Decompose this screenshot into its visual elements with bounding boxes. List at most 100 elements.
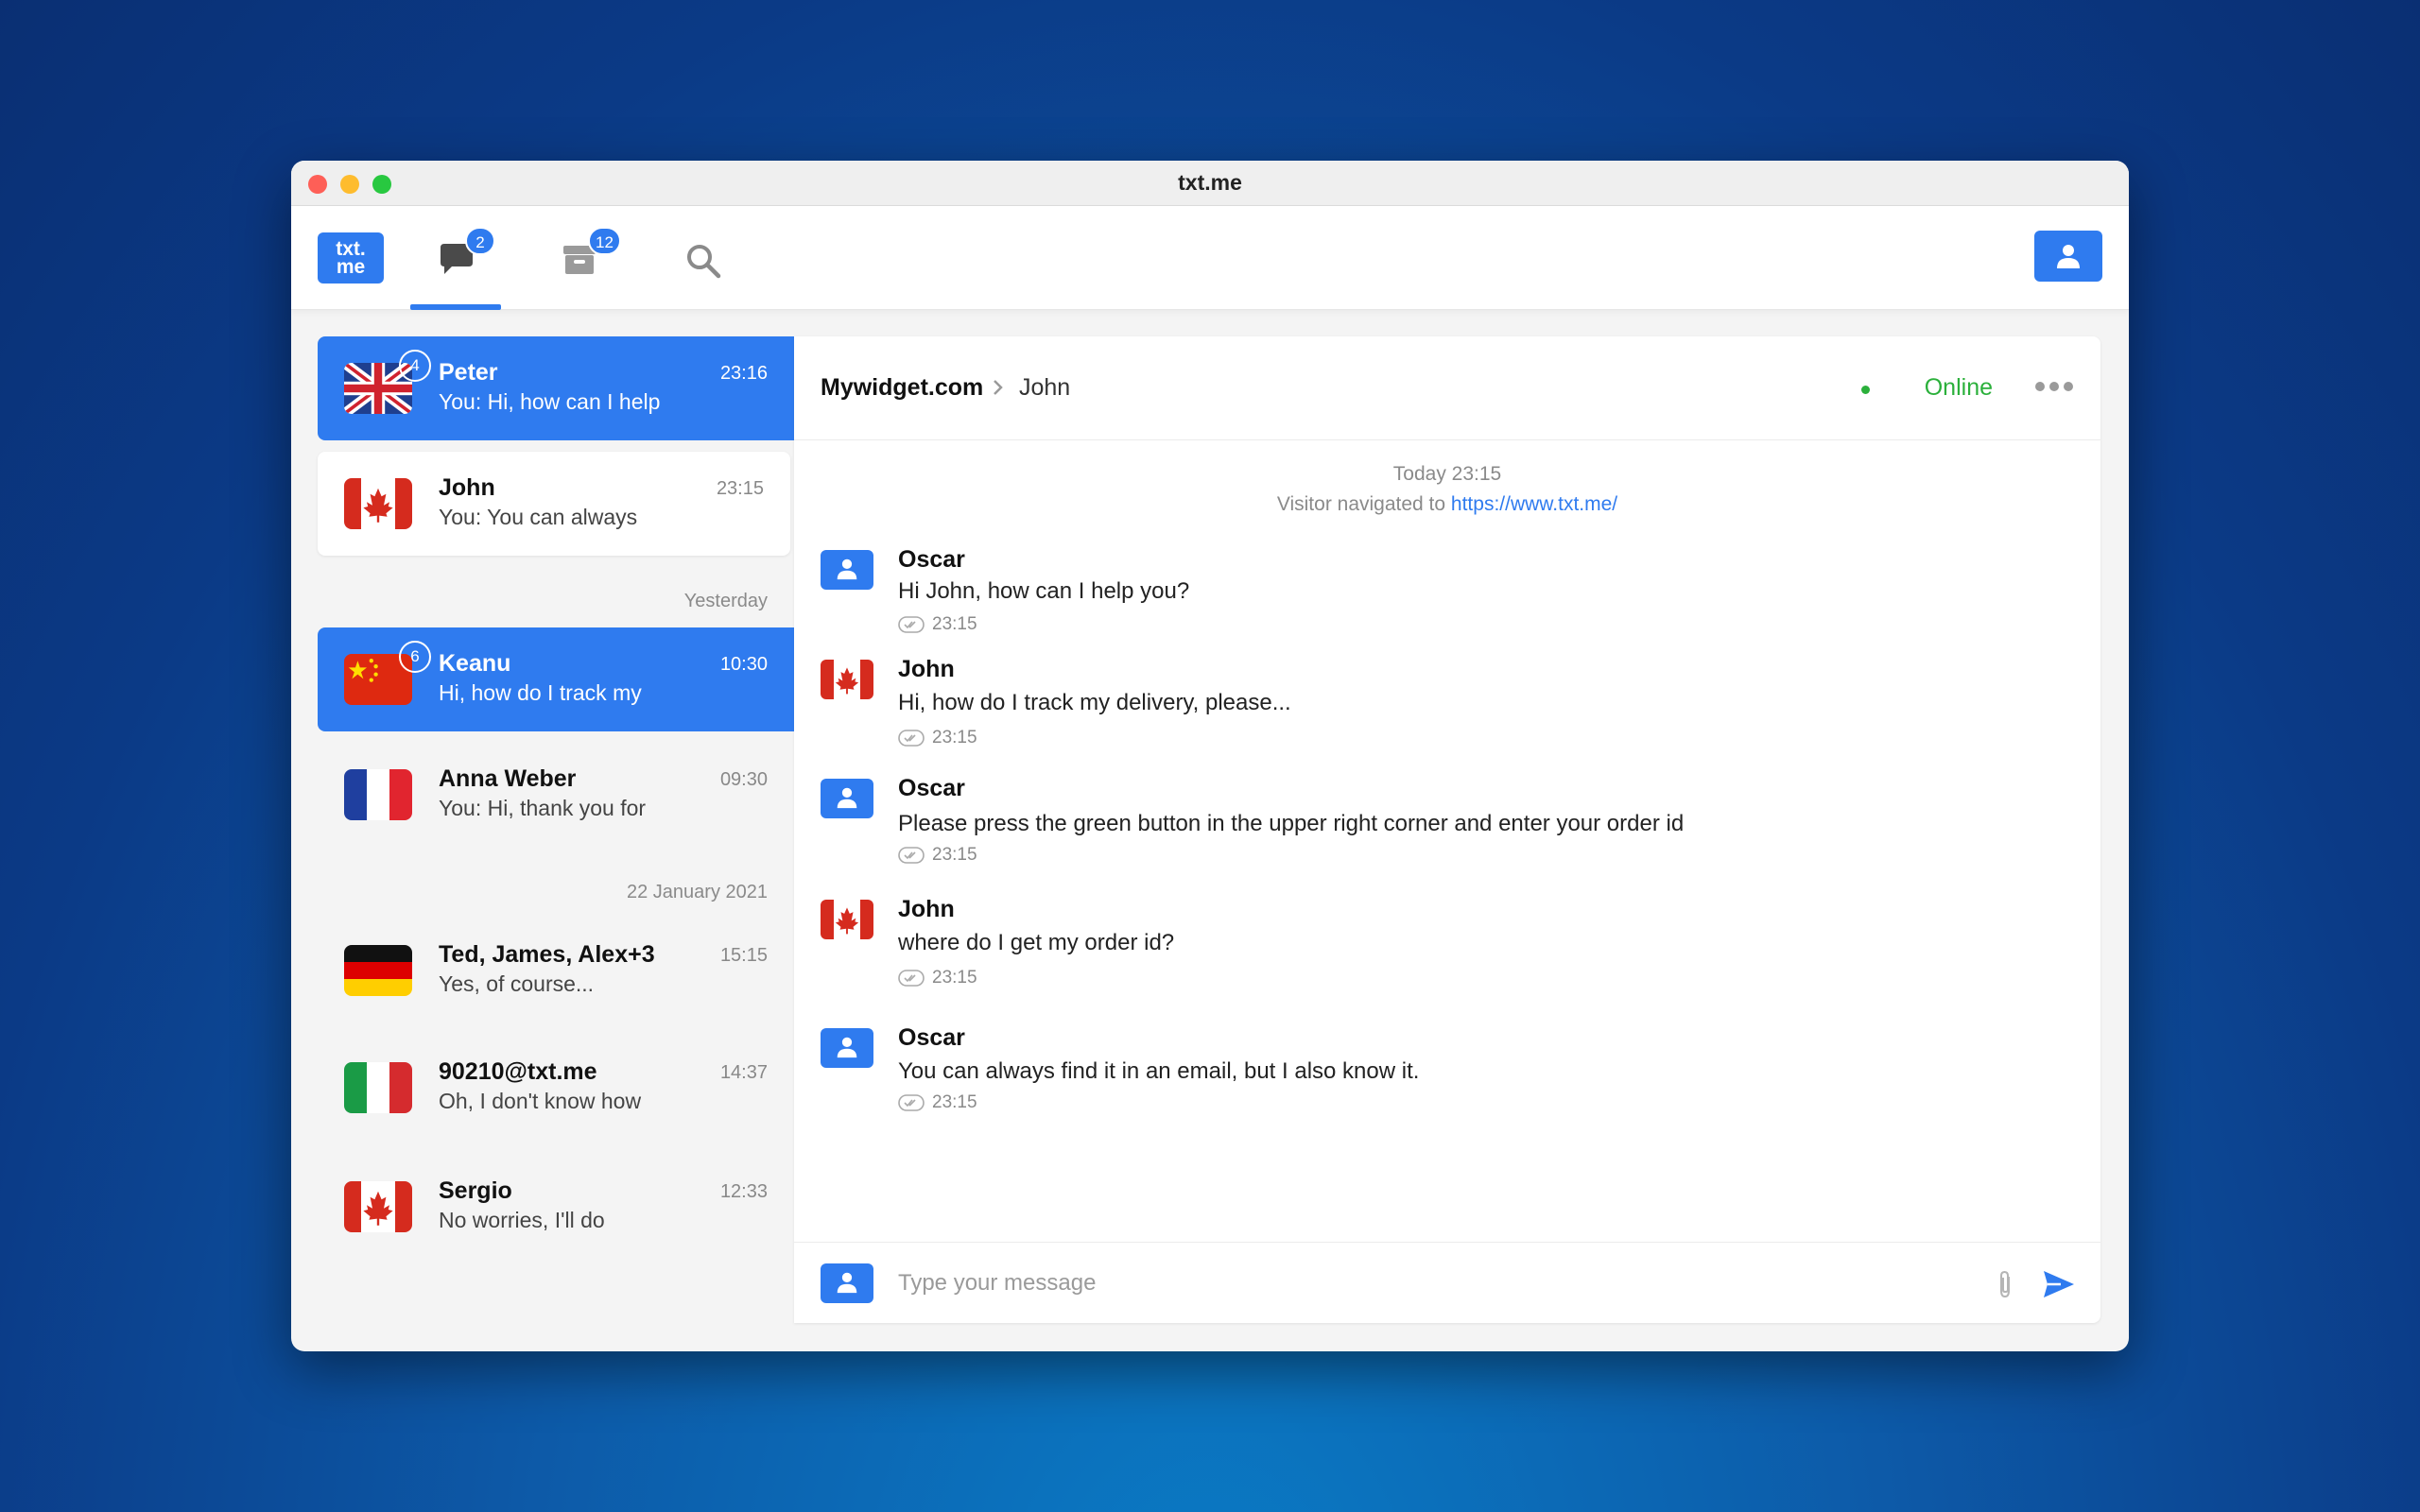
visited-url-link[interactable]: https://www.txt.me/: [1451, 493, 1617, 515]
conversation-name: Sergio: [439, 1177, 512, 1204]
canada-flag-icon: [344, 478, 412, 529]
conversation-item[interactable]: 6 Keanu 10:30 Hi, how do I track my: [318, 627, 794, 731]
conversation-item[interactable]: John 23:15 You: You can always: [318, 452, 790, 556]
send-icon[interactable]: [2042, 1269, 2076, 1299]
message-author: John: [898, 656, 955, 682]
message: Oscar Hi John, how can I help you? 23:15: [821, 546, 2049, 650]
message: John where do I get my order id? 23:15: [821, 896, 2049, 1000]
system-message-text: Visitor navigated to: [1276, 493, 1446, 515]
conversation-preview: You: You can always: [439, 505, 638, 529]
tab-search[interactable]: [673, 234, 730, 282]
profile-button[interactable]: [2034, 231, 2102, 282]
conversation-preview: Hi, how do I track my: [439, 680, 642, 705]
user-icon: [837, 558, 857, 580]
conversation-time: 10:30: [719, 654, 768, 675]
conversation-name: Ted, James, Alex+3: [439, 941, 655, 968]
read-receipt-icon: [898, 1094, 925, 1111]
window-controls: [308, 175, 391, 194]
minimize-window-button[interactable]: [340, 175, 359, 194]
conversation-time: 23:16: [719, 363, 768, 384]
conversation-item[interactable]: Anna Weber 09:30 You: Hi, thank you for: [318, 743, 794, 847]
message-meta: 23:15: [898, 728, 977, 748]
title-bar: txt.me: [291, 161, 2129, 206]
conversation-name: Keanu: [439, 650, 511, 677]
chat-header: Mywidget.com John Online: [794, 336, 2100, 440]
message-text: Hi John, how can I help you?: [898, 578, 1190, 604]
logo-text-bottom: me: [336, 256, 366, 278]
zoom-window-button[interactable]: [372, 175, 391, 194]
chats-unread-badge: 2: [465, 227, 495, 255]
conversation-time: 14:37: [719, 1062, 768, 1083]
message-text: Please press the green button in the upp…: [898, 811, 1685, 836]
message-meta: 23:15: [898, 968, 977, 988]
window-title: txt.me: [1178, 170, 1242, 195]
message-author: John: [898, 896, 955, 922]
conversation-preview: You: Hi, how can I help: [439, 389, 661, 414]
agent-avatar: [821, 1028, 873, 1068]
conversation-preview: Oh, I don't know how: [439, 1089, 642, 1113]
agent-avatar: [821, 1263, 873, 1303]
canada-flag-icon: [344, 1181, 412, 1232]
read-receipt-icon: [898, 730, 925, 747]
conversation-time: 09:30: [719, 769, 768, 790]
tab-chats[interactable]: 2: [427, 227, 495, 282]
read-receipt-icon: [898, 970, 925, 987]
canada-flag-icon: [821, 900, 873, 939]
conversation-item[interactable]: 4 Peter 23:16 You: Hi, how can I help: [318, 336, 794, 440]
date-separator: 22 January 2021: [626, 882, 768, 902]
agent-avatar: [821, 779, 873, 818]
unread-count: 4: [399, 350, 431, 382]
conversation-preview: Yes, of course...: [439, 971, 595, 996]
conversation-list: 4 Peter 23:16 You: Hi, how can I help Jo…: [318, 336, 794, 1338]
system-message: Visitor navigated to https://www.txt.me/: [794, 493, 2100, 516]
agent-avatar: [821, 550, 873, 590]
message-composer: [794, 1242, 2100, 1323]
read-receipt-icon: [898, 847, 925, 864]
conversation-name: Peter: [439, 359, 498, 386]
conversation-time: 12:33: [719, 1181, 768, 1202]
conversation-name: 90210@txt.me: [439, 1058, 597, 1085]
message: John Hi, how do I track my delivery, ple…: [821, 656, 2049, 760]
message-author: Oscar: [898, 546, 965, 573]
online-status: Online: [1924, 374, 1993, 401]
conversation-item[interactable]: Ted, James, Alex+3 15:15 Yes, of course.…: [318, 919, 794, 1022]
message: Oscar Please press the green button in t…: [821, 775, 2049, 879]
system-timestamp: Today 23:15: [1392, 463, 1502, 485]
unread-count: 6: [399, 641, 431, 673]
toolbar: txt. me 2 12: [291, 206, 2129, 310]
breadcrumb-contact: John: [1019, 374, 1071, 401]
app-logo[interactable]: txt. me: [318, 232, 384, 284]
archive-count-badge: 12: [588, 227, 621, 255]
conversation-name: John: [439, 474, 495, 501]
chat-panel: Mywidget.com John Online Today 23:15 Vis…: [794, 336, 2100, 1323]
online-status-dot: [1861, 386, 1870, 394]
message-text: Hi, how do I track my delivery, please..…: [898, 690, 1291, 715]
message-input[interactable]: [898, 1262, 1843, 1305]
breadcrumb-site[interactable]: Mywidget.com: [821, 374, 983, 402]
germany-flag-icon: [344, 945, 412, 996]
italy-flag-icon: [344, 1062, 412, 1113]
message-meta: 23:15: [898, 845, 977, 866]
conversation-time: 15:15: [719, 945, 768, 966]
conversation-item[interactable]: 90210@txt.me 14:37 Oh, I don't know how: [318, 1036, 794, 1140]
message-meta: 23:15: [898, 614, 977, 635]
message-author: Oscar: [898, 775, 965, 801]
chevron-right-icon: [994, 380, 1003, 395]
conversation-item[interactable]: Sergio 12:33 No worries, I'll do: [318, 1155, 794, 1259]
tab-archive[interactable]: 12: [550, 227, 621, 282]
close-window-button[interactable]: [308, 175, 327, 194]
user-icon: [837, 1272, 857, 1294]
search-icon: [687, 245, 721, 279]
message-meta: 23:15: [898, 1092, 977, 1113]
message-author: Oscar: [898, 1024, 965, 1051]
france-flag-icon: [344, 769, 412, 820]
user-icon: [837, 787, 857, 809]
message: Oscar You can always find it in an email…: [821, 1024, 2049, 1128]
conversation-preview: No worries, I'll do: [439, 1208, 605, 1232]
message-text: You can always find it in an email, but …: [898, 1058, 1420, 1084]
user-icon: [2057, 245, 2080, 268]
active-tab-indicator: [410, 304, 501, 310]
attachment-icon[interactable]: [1995, 1269, 2015, 1299]
more-options-icon[interactable]: [2034, 380, 2074, 393]
read-receipt-icon: [898, 616, 925, 633]
